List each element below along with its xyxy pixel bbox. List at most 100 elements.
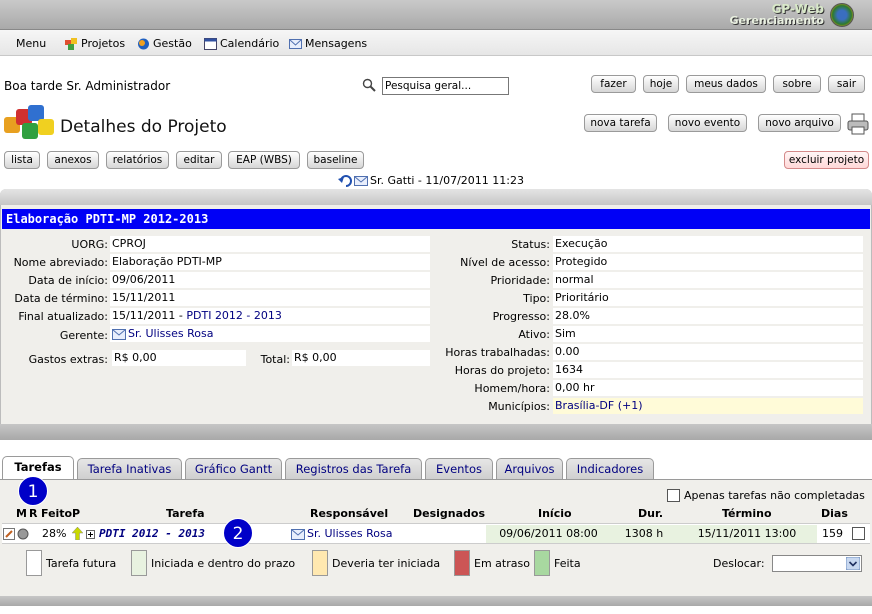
status-value: Execução [553,236,863,252]
legend-should-start: Deveria ter iniciada [332,557,441,570]
task-start: 09/06/2011 08:00 [486,525,611,543]
horas-trab-label: Horas trabalhadas: [445,346,550,359]
brand-subtitle: Gerenciamento [729,14,825,27]
menu-main-label: Menu [16,37,47,50]
hoje-button[interactable]: hoje [643,75,679,93]
gastos-label: Gastos extras: [28,353,108,366]
search-icon[interactable] [362,78,376,92]
final-value: 15/11/2011 - PDTI 2012 - 2013 [110,308,430,324]
col-m[interactable]: M [16,507,27,520]
gerente-value: Sr. Ulisses Rosa [110,326,430,342]
nome-value: Elaboração PDTI-MP [110,254,430,270]
meus-dados-button[interactable]: meus dados [686,75,766,93]
tipo-label: Tipo: [523,292,550,305]
excluir-projeto-button[interactable]: excluir projeto [784,151,869,169]
nome-label: Nome abreviado: [13,256,108,269]
history-line: Sr. Gatti - 11/07/2011 11:23 [338,174,524,187]
lista-button[interactable]: lista [4,151,40,169]
expand-icon[interactable] [86,530,95,539]
nova-tarefa-button[interactable]: nova tarefa [584,114,657,132]
menu-gestao[interactable]: Gestão [137,37,192,50]
edit-icon[interactable] [3,528,15,540]
municipios-link[interactable]: Brasília-DF (+1) [555,399,643,412]
task-name-link[interactable]: PDTI 2012 - 2013 [99,525,205,543]
eap-button[interactable]: EAP (WBS) [228,151,300,169]
editar-button[interactable]: editar [176,151,222,169]
col-dias[interactable]: Dias [821,507,848,520]
legend-future: Tarefa futura [46,557,117,570]
novo-arquivo-button[interactable]: novo arquivo [758,114,841,132]
col-r[interactable]: R [29,507,37,520]
homem-hora-label: Homem/hora: [474,382,550,395]
envelope-icon [289,38,302,49]
menu-calendario[interactable]: Calendário [204,37,279,50]
task-select-checkbox[interactable] [852,527,865,540]
final-project-link[interactable]: PDTI 2012 - 2013 [186,309,282,322]
envelope-icon[interactable] [354,175,368,187]
sobre-button[interactable]: sobre [773,75,821,93]
relatorios-button[interactable]: relatórios [106,151,169,169]
tab-grafico-gantt[interactable]: Gráfico Gantt [185,458,282,479]
legend-swatch-late [454,550,470,576]
chevron-down-icon [846,557,860,570]
task-duration: 1308 h [611,525,677,543]
legend-swatch-done [534,550,550,576]
menu-calendario-label: Calendário [220,37,280,50]
tab-indicadores[interactable]: Indicadores [566,458,654,479]
tab-arquivos[interactable]: Arquivos [496,458,563,479]
greeting-text: Boa tarde Sr. Administrador [4,79,171,93]
menu-gestao-label: Gestão [153,37,192,50]
tab-registros[interactable]: Registros das Tarefa [285,458,422,479]
progresso-value: 28.0% [553,308,863,324]
horas-trab-value: 0.00 [553,344,863,360]
undo-icon[interactable] [338,174,352,187]
menu-bar [0,30,872,56]
marker-2: 2 [223,518,253,548]
fazer-button[interactable]: fazer [591,75,636,93]
filter-incomplete[interactable]: Apenas tarefas não completadas [667,489,865,502]
col-feito[interactable]: Feito [41,507,72,520]
tab-eventos[interactable]: Eventos [425,458,493,479]
panel-top-bar [0,189,872,205]
envelope-icon[interactable] [112,328,126,340]
calendar-icon [204,37,217,50]
task-end: 15/11/2011 13:00 [677,525,817,543]
legend-swatch-ontime [131,550,147,576]
menu-main[interactable]: Menu [16,37,46,50]
uorg-label: UORG: [71,238,108,251]
novo-evento-button[interactable]: novo evento [668,114,747,132]
col-responsavel[interactable]: Responsável [310,507,388,520]
page-title: Detalhes do Projeto [60,117,227,137]
termino-value: 15/11/2011 [110,290,430,306]
filter-checkbox[interactable] [667,489,680,502]
task-done: 28% [42,527,67,540]
move-label: Deslocar: [713,557,765,570]
progresso-label: Progresso: [492,310,550,323]
envelope-icon[interactable] [291,529,305,540]
col-tarefa[interactable]: Tarefa [166,507,205,520]
printer-icon[interactable] [846,112,870,136]
col-duracao[interactable]: Dur. [638,507,663,520]
gerente-link[interactable]: Sr. Ulisses Rosa [128,326,213,342]
status-label: Status: [511,238,550,251]
tab-tarefa-inativas[interactable]: Tarefa Inativas [77,458,182,479]
menu-projetos[interactable]: Projetos [65,37,125,50]
move-select[interactable] [772,555,862,572]
sair-button[interactable]: sair [828,75,865,93]
tipo-value: Prioritário [553,290,863,306]
total-label: Total: [260,353,290,366]
horas-proj-value: 1634 [553,362,863,378]
municipios-value: Brasília-DF (+1) [553,398,863,414]
col-termino[interactable]: Término [722,507,772,520]
gerente-label: Gerente: [59,329,108,342]
col-p[interactable]: P [72,507,80,520]
anexos-button[interactable]: anexos [47,151,99,169]
brand-logo: GP-Web Gerenciamento [730,3,825,27]
search-input[interactable] [382,77,509,95]
baseline-button[interactable]: baseline [307,151,364,169]
task-owner-link[interactable]: Sr. Ulisses Rosa [307,525,392,543]
menu-mensagens[interactable]: Mensagens [289,37,367,50]
col-inicio[interactable]: Início [538,507,572,520]
col-designados[interactable]: Designados [413,507,485,520]
filter-label: Apenas tarefas não completadas [684,489,865,502]
